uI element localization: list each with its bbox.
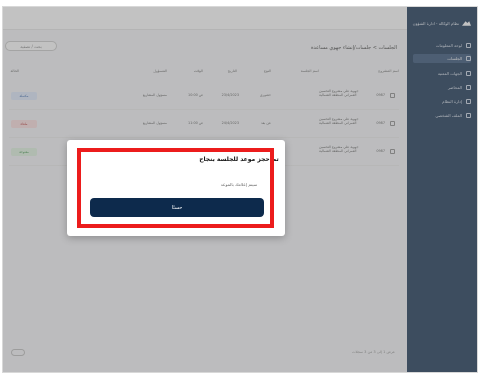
- screenshot-frame: بحث / تصفية الجلسات > جلسات/إنشاء جهوي م…: [0, 0, 478, 377]
- highlight-box: [77, 148, 274, 228]
